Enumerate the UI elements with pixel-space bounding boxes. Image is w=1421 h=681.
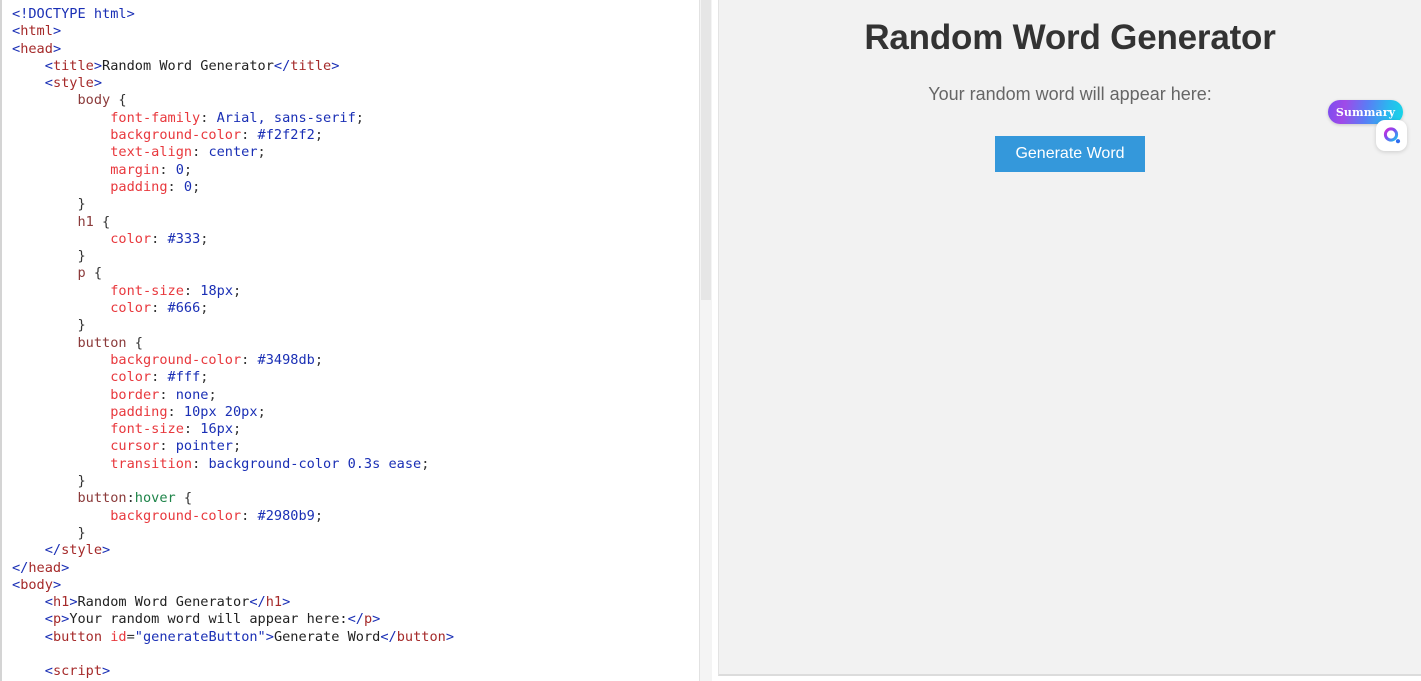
code-editor-scrollbar[interactable] [699,0,712,681]
result-text: Your random word will appear here: [928,84,1212,104]
summary-orb-button[interactable] [1376,120,1407,151]
code-editor-content[interactable]: <!DOCTYPE html> <html> <head> <title>Ran… [12,6,700,681]
preview-frame: Random Word Generator Your random word w… [718,0,1421,676]
code-editor-scrollbar-thumb[interactable] [701,0,711,300]
page-title: Random Word Generator [864,18,1276,57]
preview-pane: Random Word Generator Your random word w… [712,0,1421,681]
app-root: <!DOCTYPE html> <html> <head> <title>Ran… [0,0,1421,681]
ring-orb-icon [1383,126,1400,143]
summary-widget[interactable]: Summary [1328,100,1412,160]
code-editor-scroll-area[interactable]: <!DOCTYPE html> <html> <head> <title>Ran… [2,0,700,681]
code-editor-pane[interactable]: <!DOCTYPE html> <html> <head> <title>Ran… [0,0,712,681]
summary-badge-label: Summary [1335,105,1396,119]
generate-word-button[interactable]: Generate Word [995,136,1145,172]
